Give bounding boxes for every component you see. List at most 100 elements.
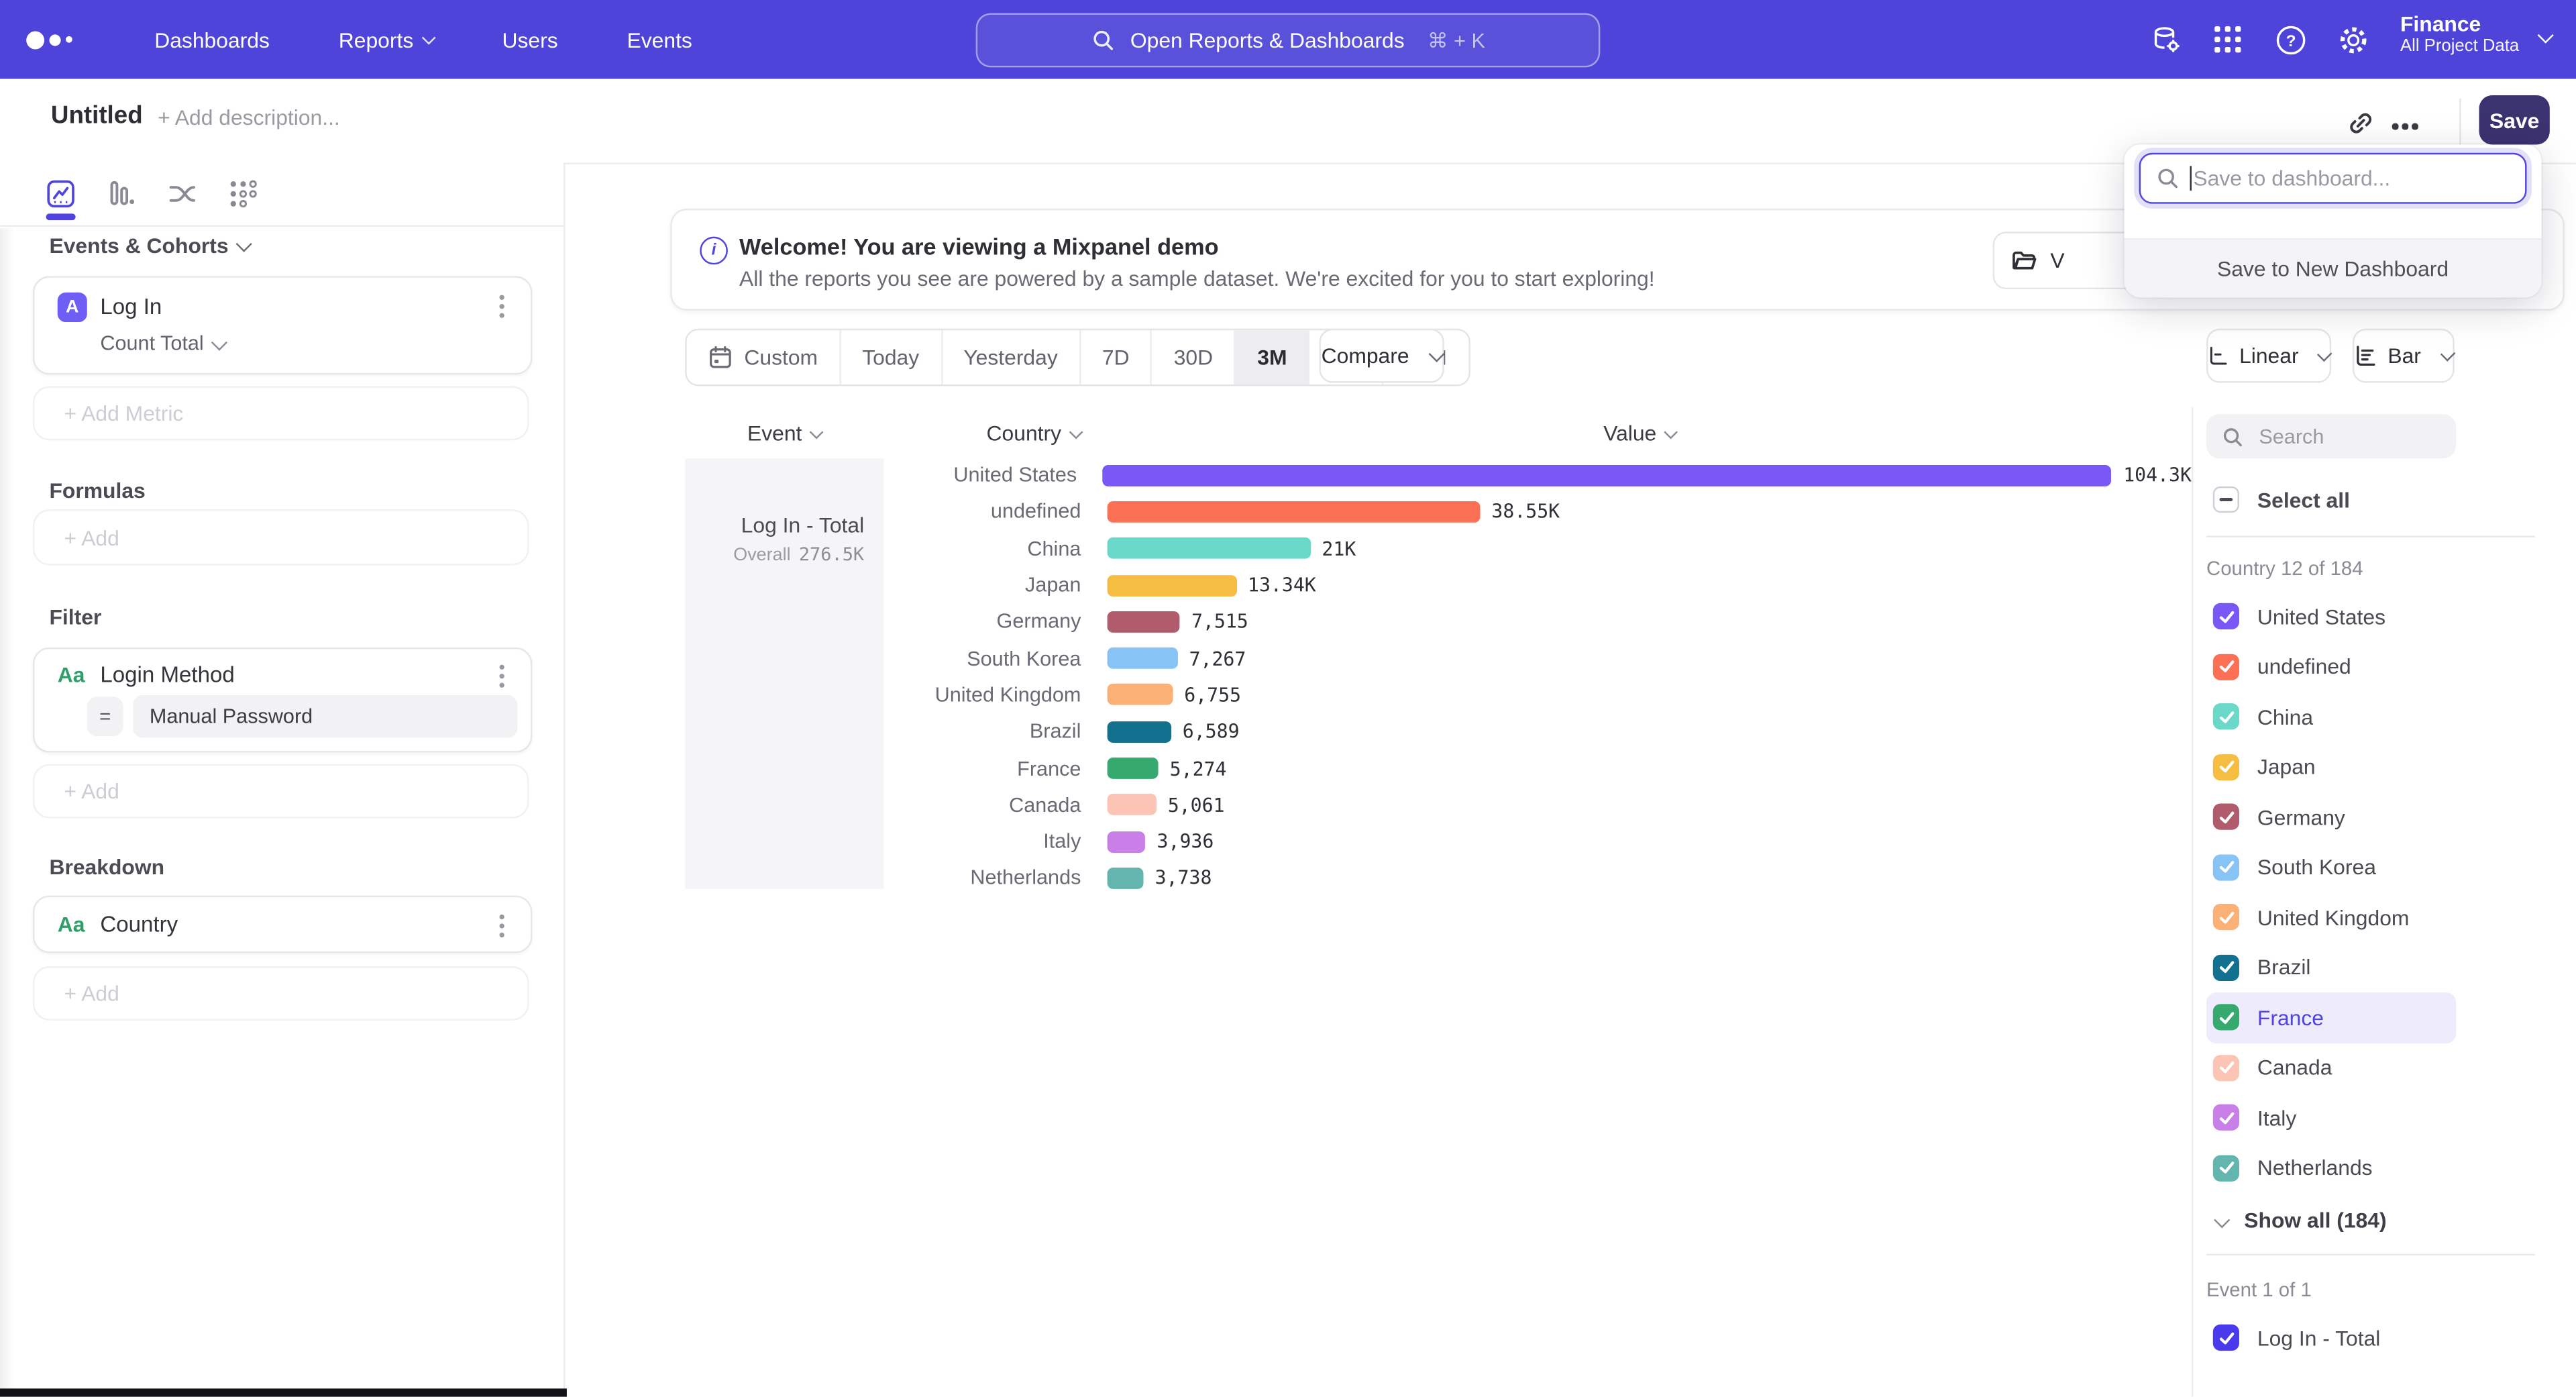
metric-name[interactable]: Log In bbox=[100, 294, 162, 319]
chart-bar[interactable] bbox=[1108, 831, 1146, 852]
compare-button[interactable]: Compare bbox=[1320, 329, 1444, 383]
filter-value[interactable]: Manual Password bbox=[133, 695, 517, 738]
nav-dashboards[interactable]: Dashboards bbox=[154, 27, 270, 52]
time-range-7d[interactable]: 7D bbox=[1081, 330, 1152, 384]
legend-country-row[interactable]: Italy bbox=[2206, 1093, 2456, 1143]
time-range-custom[interactable]: Custom bbox=[687, 330, 841, 384]
save-button[interactable]: Save bbox=[2479, 95, 2550, 144]
legend-country-row[interactable]: United States bbox=[2206, 592, 2456, 642]
chart-bar[interactable] bbox=[1108, 758, 1159, 779]
country-checkbox[interactable] bbox=[2213, 954, 2239, 980]
event-column-header[interactable]: Event bbox=[685, 421, 883, 446]
chart-type-button[interactable]: Bar bbox=[2353, 329, 2455, 383]
chart-country-label[interactable]: United Kingdom bbox=[884, 684, 1081, 707]
country-checkbox[interactable] bbox=[2213, 1104, 2239, 1131]
country-checkbox[interactable] bbox=[2213, 804, 2239, 830]
breakdown-property-name[interactable]: Country bbox=[100, 912, 178, 937]
chart-bar[interactable] bbox=[1108, 721, 1171, 742]
tab-funnels[interactable] bbox=[92, 171, 151, 217]
help-icon[interactable]: ? bbox=[2275, 25, 2307, 56]
filter-property-name[interactable]: Login Method bbox=[100, 662, 234, 687]
metric-card-login[interactable]: A Log In Count Total bbox=[33, 276, 532, 374]
chart-country-label[interactable]: Japan bbox=[884, 574, 1081, 597]
mixpanel-logo[interactable] bbox=[26, 30, 85, 48]
chart-bar[interactable] bbox=[1108, 501, 1481, 523]
metric-aggregation[interactable]: Count Total bbox=[100, 332, 225, 355]
legend-country-row[interactable]: Netherlands bbox=[2206, 1143, 2456, 1193]
chart-country-label[interactable]: Netherlands bbox=[884, 867, 1081, 890]
select-all-row[interactable]: Select all bbox=[2206, 478, 2456, 521]
legend-country-row[interactable]: United Kingdom bbox=[2206, 892, 2456, 943]
chart-country-label[interactable]: China bbox=[884, 537, 1081, 560]
legend-country-row[interactable]: China bbox=[2206, 692, 2456, 742]
settings-gear-icon[interactable] bbox=[2338, 25, 2369, 56]
copy-link-icon[interactable] bbox=[2346, 109, 2375, 138]
filter-options-icon[interactable] bbox=[499, 674, 504, 678]
legend-country-row[interactable]: Germany bbox=[2206, 792, 2456, 842]
nav-users[interactable]: Users bbox=[502, 27, 558, 52]
data-management-icon[interactable] bbox=[2151, 25, 2182, 56]
chart-country-label[interactable]: Canada bbox=[884, 793, 1081, 816]
country-checkbox[interactable] bbox=[2213, 603, 2239, 629]
legend-country-row[interactable]: undefined bbox=[2206, 641, 2456, 692]
chart-bar[interactable] bbox=[1108, 684, 1173, 706]
events-cohorts-header[interactable]: Events & Cohorts bbox=[49, 234, 250, 258]
chart-bar[interactable] bbox=[1108, 537, 1311, 559]
tab-insights[interactable] bbox=[32, 171, 91, 217]
time-range-30d[interactable]: 30D bbox=[1152, 330, 1236, 384]
country-checkbox[interactable] bbox=[2213, 754, 2239, 780]
country-checkbox[interactable] bbox=[2213, 1155, 2239, 1181]
country-checkbox[interactable] bbox=[2213, 1055, 2239, 1081]
country-checkbox[interactable] bbox=[2213, 654, 2239, 680]
tab-retention[interactable] bbox=[213, 171, 272, 217]
project-selector[interactable]: Finance All Project Data bbox=[2400, 11, 2519, 58]
nav-reports[interactable]: Reports bbox=[339, 27, 433, 52]
nav-events[interactable]: Events bbox=[627, 27, 692, 52]
save-to-new-dashboard-button[interactable]: Save to New Dashboard bbox=[2125, 238, 2542, 297]
legend-country-row[interactable]: Canada bbox=[2206, 1043, 2456, 1093]
chart-bar[interactable] bbox=[1108, 868, 1144, 889]
save-dashboard-search[interactable] bbox=[2139, 153, 2527, 204]
country-checkbox[interactable] bbox=[2213, 1004, 2239, 1031]
metric-options-icon[interactable] bbox=[499, 304, 504, 309]
country-column-header[interactable]: Country bbox=[884, 421, 1081, 446]
legend-country-row[interactable]: Japan bbox=[2206, 742, 2456, 792]
chart-country-label[interactable]: Italy bbox=[884, 830, 1081, 853]
chart-bar[interactable] bbox=[1108, 574, 1236, 596]
filter-card-login-method[interactable]: Aa Login Method = Manual Password bbox=[33, 648, 532, 753]
report-title[interactable]: Untitled bbox=[51, 102, 143, 130]
country-checkbox[interactable] bbox=[2213, 704, 2239, 730]
chart-country-label[interactable]: Germany bbox=[884, 610, 1081, 633]
chart-bar[interactable] bbox=[1108, 611, 1180, 633]
legend-search[interactable] bbox=[2206, 414, 2456, 458]
filter-operator[interactable]: = bbox=[87, 696, 123, 736]
time-range-3m[interactable]: 3M bbox=[1236, 330, 1309, 384]
chart-country-label[interactable]: South Korea bbox=[884, 647, 1081, 670]
add-formula-button[interactable]: + Add bbox=[33, 509, 529, 565]
save-dashboard-input[interactable] bbox=[2193, 166, 2525, 191]
chart-bar[interactable] bbox=[1108, 794, 1157, 816]
legend-country-row[interactable]: South Korea bbox=[2206, 842, 2456, 892]
add-description[interactable]: + Add description... bbox=[158, 105, 340, 130]
add-filter-button[interactable]: + Add bbox=[33, 764, 529, 819]
breakdown-card-country[interactable]: Aa Country bbox=[33, 896, 532, 953]
chart-country-label[interactable]: undefined bbox=[884, 501, 1081, 523]
select-all-checkbox-indeterminate[interactable] bbox=[2213, 486, 2239, 513]
time-range-yesterday[interactable]: Yesterday bbox=[942, 330, 1081, 384]
event-checkbox[interactable] bbox=[2213, 1325, 2239, 1351]
value-column-header[interactable]: Value bbox=[1603, 421, 1676, 446]
apps-grid-icon[interactable] bbox=[2213, 25, 2243, 54]
add-breakdown-button[interactable]: + Add bbox=[33, 966, 529, 1021]
time-range-today[interactable]: Today bbox=[841, 330, 942, 384]
event-series-cell[interactable]: Log In - Total Overall276.5K bbox=[685, 458, 883, 889]
chart-bar[interactable] bbox=[1108, 648, 1178, 669]
legend-search-input[interactable] bbox=[2255, 423, 2443, 450]
chart-country-label[interactable]: France bbox=[884, 757, 1081, 780]
country-checkbox[interactable] bbox=[2213, 904, 2239, 931]
chart-country-label[interactable]: United States bbox=[884, 464, 1077, 486]
breakdown-options-icon[interactable] bbox=[499, 923, 504, 928]
legend-country-row[interactable]: France bbox=[2206, 992, 2456, 1043]
legend-country-row[interactable]: Brazil bbox=[2206, 942, 2456, 992]
global-search-button[interactable]: Open Reports & Dashboards ⌘ + K bbox=[976, 13, 1601, 68]
add-metric-button[interactable]: + Add Metric bbox=[33, 386, 529, 441]
